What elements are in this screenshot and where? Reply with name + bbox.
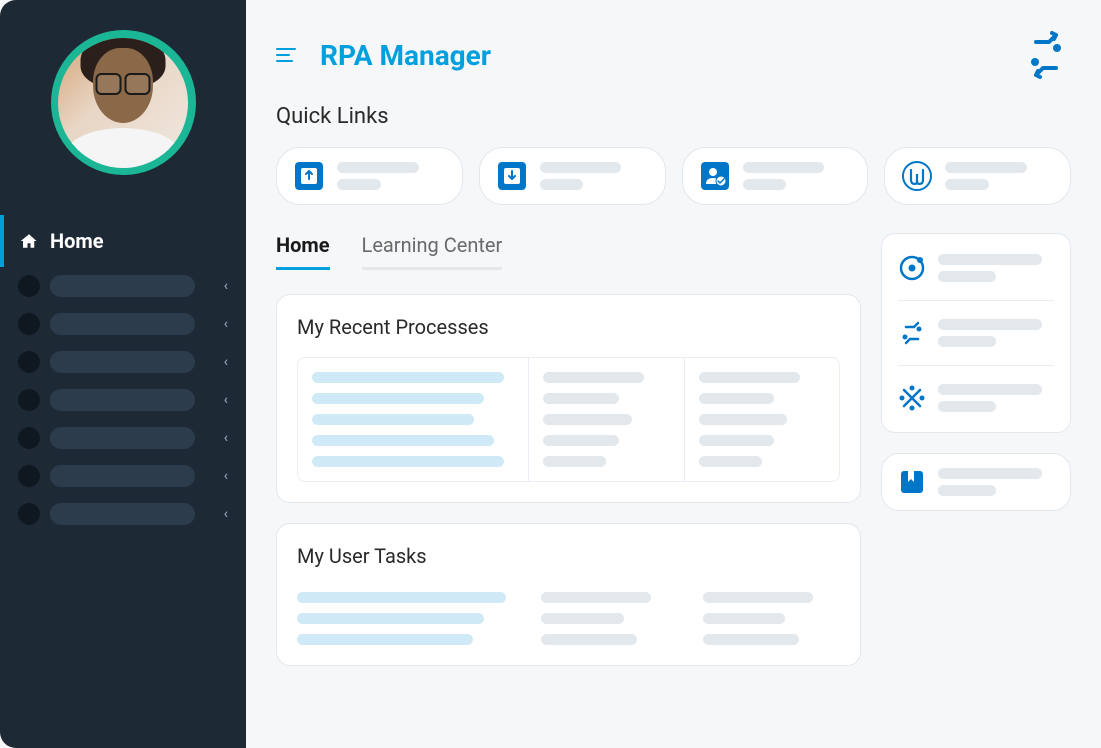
sidebar: Home ‹ ‹ ‹ ‹ ‹ ‹ ‹ bbox=[0, 0, 246, 748]
sidebar-item-label: Home bbox=[50, 229, 104, 253]
table-col bbox=[685, 358, 839, 481]
chevron-left-icon: ‹ bbox=[224, 316, 228, 332]
tabs: Home Learning Center bbox=[276, 233, 861, 270]
table-col bbox=[298, 358, 529, 481]
quick-link-card[interactable] bbox=[682, 147, 869, 205]
sidebar-item-placeholder[interactable]: ‹ bbox=[0, 305, 246, 343]
menu-icon[interactable] bbox=[276, 47, 296, 63]
star-connect-icon bbox=[898, 384, 926, 412]
tab-home[interactable]: Home bbox=[276, 233, 330, 270]
chevron-left-icon: ‹ bbox=[224, 354, 228, 370]
side-item[interactable] bbox=[898, 254, 1054, 301]
quick-link-card[interactable] bbox=[884, 147, 1071, 205]
header: RPA Manager bbox=[276, 30, 1071, 80]
orbit-icon bbox=[898, 254, 926, 282]
side-item[interactable] bbox=[898, 366, 1054, 412]
side-item[interactable] bbox=[898, 301, 1054, 366]
recent-processes-panel: My Recent Processes bbox=[276, 294, 861, 503]
bookmark-square-icon bbox=[898, 468, 926, 496]
sidebar-item-placeholder[interactable]: ‹ bbox=[0, 419, 246, 457]
main-content: RPA Manager Quick Links bbox=[246, 0, 1101, 748]
panel-title: My User Tasks bbox=[297, 544, 840, 568]
tasks-body bbox=[297, 586, 840, 645]
table-col bbox=[703, 592, 841, 645]
sidebar-item-placeholder[interactable]: ‹ bbox=[0, 267, 246, 305]
sidebar-item-placeholder[interactable]: ‹ bbox=[0, 381, 246, 419]
user-check-icon bbox=[699, 160, 731, 192]
content-left: Home Learning Center My Recent Processes bbox=[276, 233, 861, 686]
chevron-left-icon: ‹ bbox=[224, 430, 228, 446]
mulesoft-logo-icon bbox=[901, 160, 933, 192]
tab-learning-center[interactable]: Learning Center bbox=[362, 233, 503, 270]
table-col bbox=[541, 592, 679, 645]
app-title: RPA Manager bbox=[320, 39, 491, 72]
quick-link-card[interactable] bbox=[276, 147, 463, 205]
quick-links-title: Quick Links bbox=[276, 104, 1071, 129]
sidebar-item-placeholder[interactable]: ‹ bbox=[0, 457, 246, 495]
download-square-icon bbox=[496, 160, 528, 192]
chevron-left-icon: ‹ bbox=[224, 506, 228, 522]
avatar[interactable] bbox=[51, 30, 196, 175]
cycle-dots-icon bbox=[898, 319, 926, 347]
table-col bbox=[529, 358, 684, 481]
content-split: Home Learning Center My Recent Processes bbox=[276, 233, 1071, 686]
content-right bbox=[881, 233, 1071, 686]
chevron-left-icon: ‹ bbox=[224, 278, 228, 294]
app-container: Home ‹ ‹ ‹ ‹ ‹ ‹ ‹ bbox=[0, 0, 1101, 748]
small-card[interactable] bbox=[881, 453, 1071, 511]
quick-link-card[interactable] bbox=[479, 147, 666, 205]
upload-square-icon bbox=[293, 160, 325, 192]
quick-links-row bbox=[276, 147, 1071, 205]
avatar-container bbox=[0, 30, 246, 175]
sidebar-item-home[interactable]: Home bbox=[0, 215, 246, 267]
side-panel bbox=[881, 233, 1071, 433]
table-col bbox=[297, 592, 517, 645]
panel-title: My Recent Processes bbox=[297, 315, 840, 339]
sidebar-item-placeholder[interactable]: ‹ bbox=[0, 343, 246, 381]
home-icon bbox=[20, 232, 38, 250]
user-tasks-panel: My User Tasks bbox=[276, 523, 861, 666]
panel-body bbox=[297, 357, 840, 482]
sidebar-item-placeholder[interactable]: ‹ bbox=[0, 495, 246, 533]
chevron-left-icon: ‹ bbox=[224, 392, 228, 408]
cycle-logo-icon bbox=[1021, 30, 1071, 80]
chevron-left-icon: ‹ bbox=[224, 468, 228, 484]
